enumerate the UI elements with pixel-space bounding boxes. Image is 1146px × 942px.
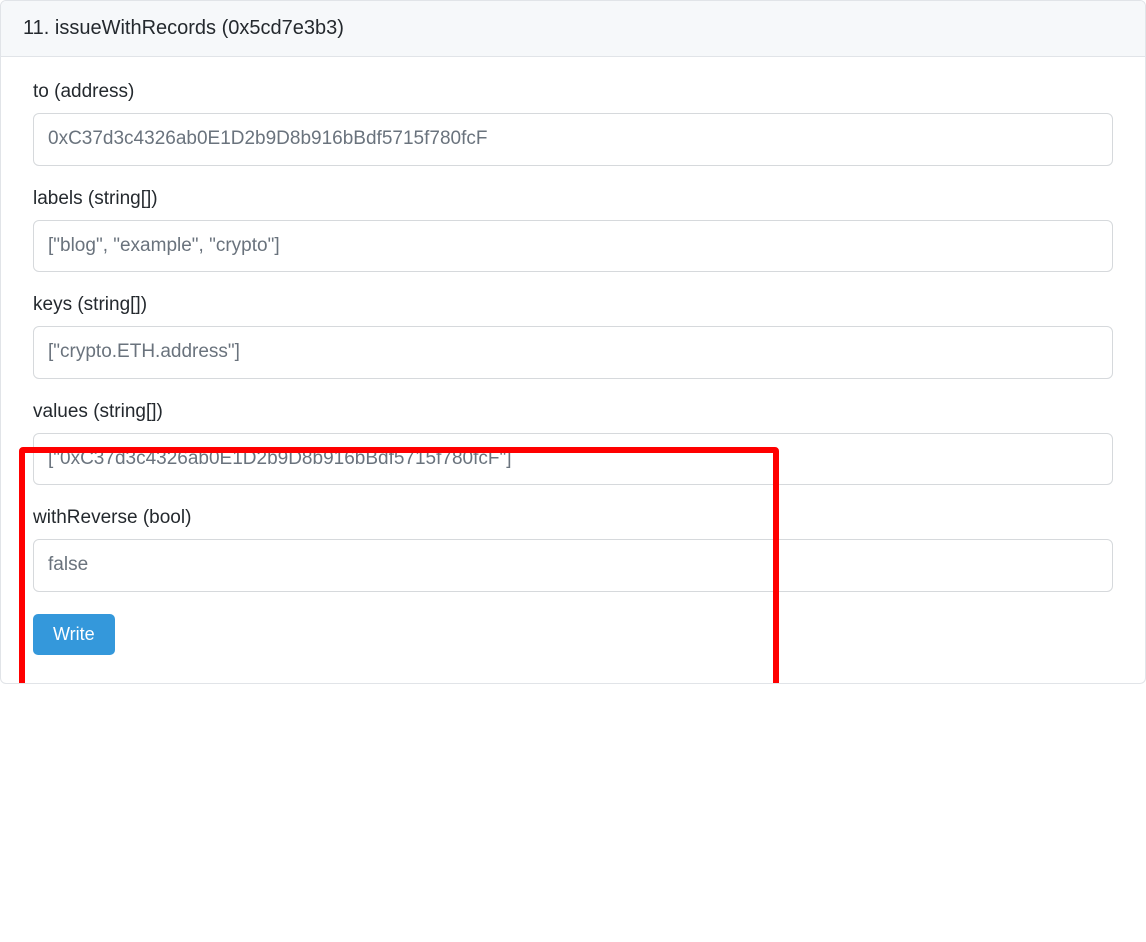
field-values-input[interactable] [33,433,1113,486]
field-to-label: to (address) [33,81,1113,103]
panel-body: to (address) labels (string[]) keys (str… [1,57,1145,683]
field-to-input[interactable] [33,113,1113,166]
field-labels: labels (string[]) [33,188,1113,273]
function-panel: 11. issueWithRecords (0x5cd7e3b3) to (ad… [0,0,1146,684]
field-keys-label: keys (string[]) [33,294,1113,316]
field-to: to (address) [33,81,1113,166]
field-withreverse-input[interactable] [33,539,1113,592]
field-keys-input[interactable] [33,326,1113,379]
field-labels-input[interactable] [33,220,1113,273]
field-withreverse-label: withReverse (bool) [33,507,1113,529]
field-keys: keys (string[]) [33,294,1113,379]
field-withreverse: withReverse (bool) [33,507,1113,592]
field-labels-label: labels (string[]) [33,188,1113,210]
write-button[interactable]: Write [33,614,115,655]
field-values-label: values (string[]) [33,401,1113,423]
panel-header[interactable]: 11. issueWithRecords (0x5cd7e3b3) [1,1,1145,57]
field-values: values (string[]) [33,401,1113,486]
